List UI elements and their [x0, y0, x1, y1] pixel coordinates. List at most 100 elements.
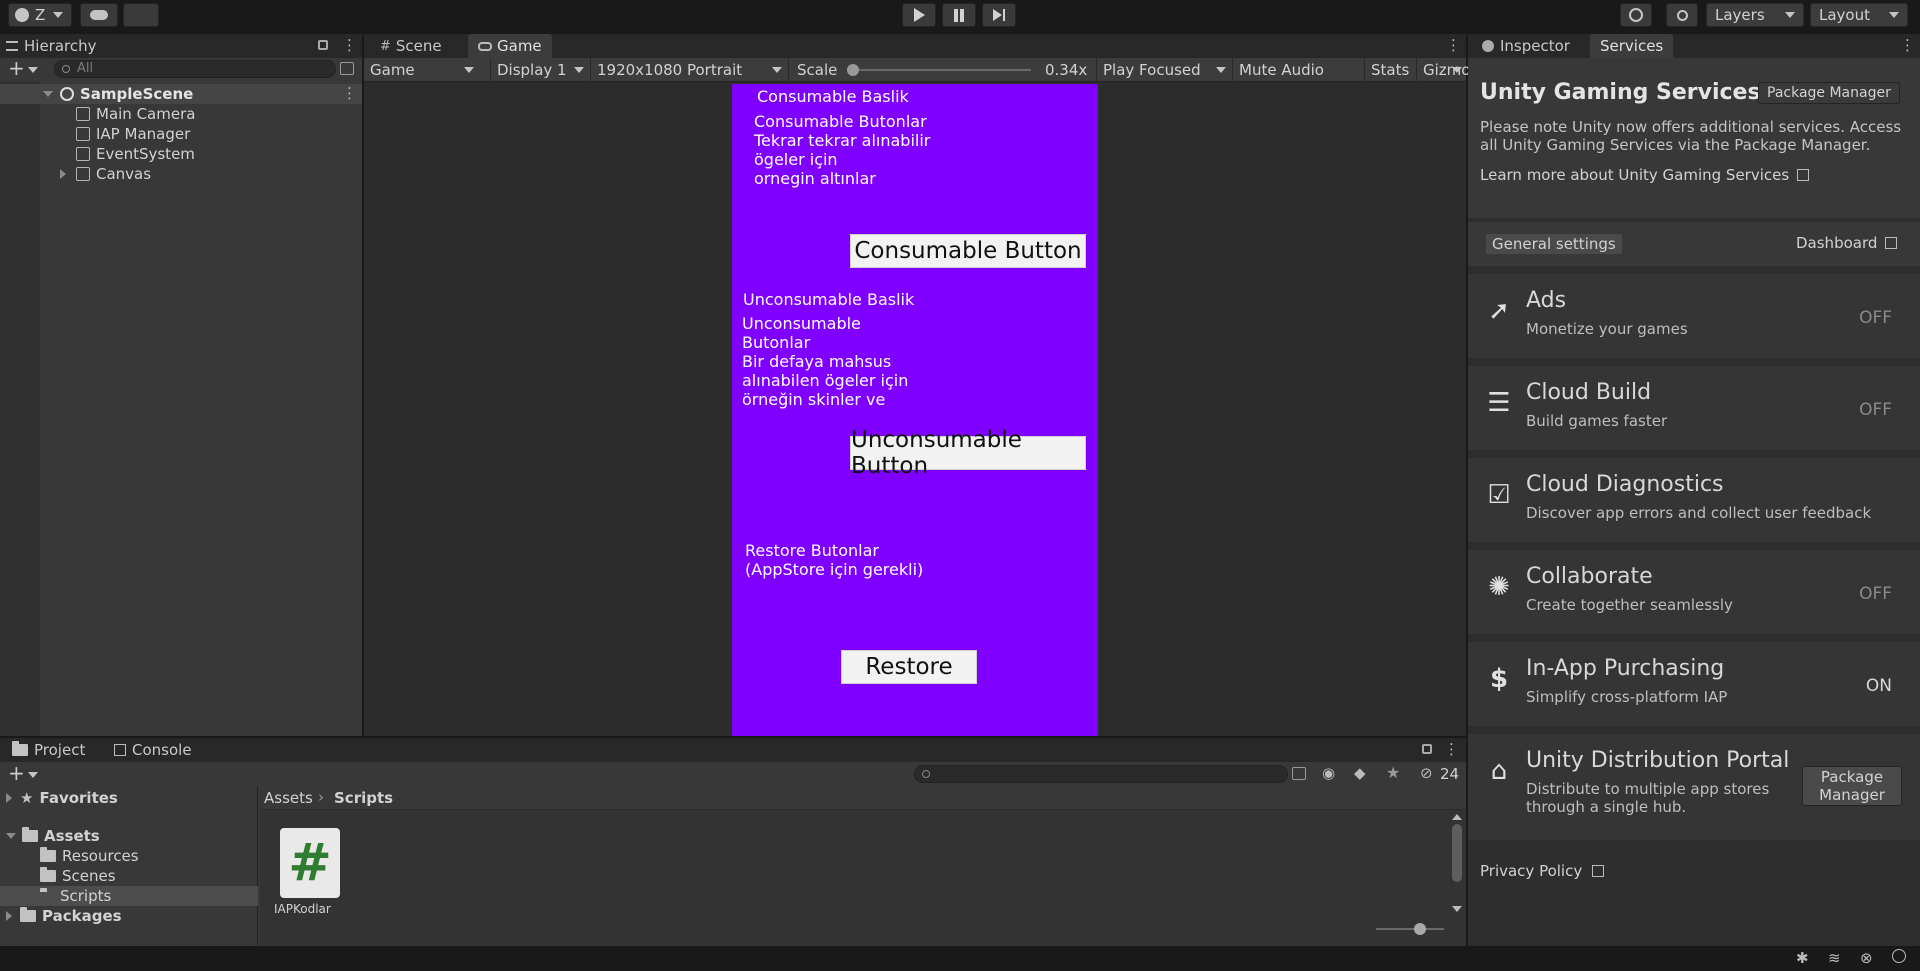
tree-folder-selected[interactable]: Scripts — [0, 886, 258, 906]
hierarchy-item-label: IAP Manager — [96, 125, 191, 143]
stats-button[interactable]: Stats — [1364, 58, 1415, 82]
hierarchy-item[interactable]: Main Camera — [76, 104, 195, 124]
layers-dropdown[interactable]: Layers — [1706, 3, 1804, 27]
service-card-collaborate[interactable]: ✺ Collaborate Create together seamlessly… — [1468, 550, 1920, 634]
game-mode-dropdown[interactable]: Game — [370, 58, 480, 82]
play-button[interactable] — [902, 3, 936, 27]
vertical-scrollbar[interactable] — [1450, 814, 1464, 914]
scroll-up-icon[interactable] — [1452, 814, 1462, 820]
add-icon[interactable]: + — [8, 56, 25, 80]
breadcrumb-current[interactable]: Scripts — [334, 789, 393, 807]
scene-row[interactable]: SampleScene ⋮ — [0, 84, 362, 104]
breadcrumb-root[interactable]: Assets — [264, 789, 313, 807]
search-button[interactable] — [1666, 3, 1698, 27]
scrollbar-thumb[interactable] — [1452, 824, 1462, 882]
check-icon[interactable] — [1892, 949, 1906, 963]
search-filter-icon[interactable] — [1292, 767, 1306, 780]
project-search-input[interactable] — [914, 765, 1288, 783]
history-button[interactable] — [1620, 3, 1652, 27]
tree-assets[interactable]: Assets — [6, 826, 100, 846]
expand-arrow-icon[interactable] — [6, 911, 12, 921]
folder-icon — [40, 847, 56, 862]
display-dropdown[interactable]: Display 1 — [490, 58, 590, 82]
scale-slider-handle[interactable] — [846, 64, 859, 76]
hidden-packages-icon[interactable]: ⊘ — [1420, 764, 1433, 782]
tab-services[interactable]: Services — [1590, 34, 1674, 58]
hierarchy-item[interactable]: EventSystem — [76, 144, 195, 164]
play-focused-dropdown[interactable]: Play Focused — [1096, 58, 1232, 82]
service-card-in-app-purchasing[interactable]: $ In-App Purchasing Simplify cross-platf… — [1468, 642, 1920, 726]
expand-arrow-icon[interactable] — [6, 793, 12, 803]
more-options-icon[interactable]: ⋮ — [342, 36, 357, 54]
expand-arrow-icon[interactable] — [43, 91, 53, 97]
tab-console[interactable]: Console — [104, 738, 202, 762]
hierarchy-item[interactable]: Canvas — [60, 164, 151, 184]
lock-icon[interactable] — [318, 40, 328, 50]
icon-size-slider[interactable] — [1376, 923, 1444, 935]
package-manager-button[interactable]: Package Manager — [1758, 82, 1900, 104]
tree-favorites[interactable]: ★ Favorites — [6, 788, 118, 808]
learn-more-link[interactable]: Learn more about Unity Gaming Services — [1480, 166, 1810, 184]
chevron-down-icon[interactable] — [28, 772, 38, 778]
resolution-dropdown[interactable]: 1920x1080 Portrait — [590, 58, 788, 82]
consumable-button[interactable]: Consumable Button — [850, 234, 1086, 268]
expand-arrow-icon[interactable] — [60, 169, 66, 179]
star-icon[interactable]: ★ — [1386, 763, 1400, 782]
label-icon[interactable]: ◆ — [1354, 764, 1366, 782]
service-card-ads[interactable]: ➚ Ads Monetize your games OFF — [1468, 274, 1920, 358]
cloud-button[interactable] — [80, 3, 118, 27]
lock-icon[interactable] — [1422, 744, 1432, 754]
step-button[interactable] — [982, 3, 1016, 27]
add-icon[interactable]: + — [8, 761, 25, 785]
tree-folder[interactable]: Resources — [40, 846, 139, 866]
dashboard-link[interactable]: Dashboard — [1796, 234, 1898, 252]
tab-inspector[interactable]: Inspector — [1472, 34, 1580, 58]
service-card-cloud-diagnostics[interactable]: ☑ Cloud Diagnostics Discover app errors … — [1468, 458, 1920, 542]
scroll-down-icon[interactable] — [1452, 906, 1462, 912]
restore-button[interactable]: Restore — [841, 650, 977, 684]
hierarchy-gutter — [0, 82, 40, 736]
layout-dropdown[interactable]: Layout — [1810, 3, 1908, 27]
external-link-icon — [1885, 237, 1898, 249]
filter-type-icon[interactable]: ◉ — [1322, 764, 1335, 782]
service-card-cloud-build[interactable]: ☰ Cloud Build Build games faster OFF — [1468, 366, 1920, 450]
more-options-icon[interactable]: ⋮ — [342, 84, 357, 102]
inspector-tab-bar: Inspector Services ⋮ — [1468, 34, 1920, 58]
scale-slider[interactable] — [846, 64, 1031, 76]
tab-game[interactable]: Game — [468, 34, 552, 58]
tab-project[interactable]: Project — [2, 738, 95, 762]
collab-button[interactable] — [123, 3, 159, 27]
cache-server-icon[interactable]: ≋ — [1828, 949, 1841, 967]
tree-folder[interactable]: Scenes — [40, 866, 116, 886]
more-options-icon[interactable]: ⋮ — [1446, 36, 1461, 54]
pause-button[interactable] — [942, 3, 976, 27]
account-dropdown[interactable]: Z — [8, 3, 72, 27]
tab-scene[interactable]: # Scene — [370, 34, 452, 58]
play-focused-label: Play Focused — [1103, 61, 1201, 79]
expand-arrow-icon[interactable] — [6, 833, 16, 839]
service-card-udp[interactable]: ⌂ Unity Distribution Portal Distribute t… — [1468, 734, 1920, 840]
unconsumable-button[interactable]: Unconsumable Button — [850, 427, 1086, 479]
tree-packages[interactable]: Packages — [6, 906, 122, 926]
tab-hierarchy[interactable]: Hierarchy — [0, 34, 107, 58]
search-filter-icon[interactable] — [340, 62, 354, 75]
general-settings-button[interactable]: General settings — [1486, 234, 1622, 254]
more-options-icon[interactable]: ⋮ — [1444, 740, 1459, 758]
mute-audio-button[interactable]: Mute Audio — [1232, 58, 1330, 82]
auto-generate-lighting-icon[interactable]: ⊗ — [1860, 949, 1873, 967]
script-file[interactable]: # IAPKodlar — [274, 828, 344, 916]
chevron-down-icon[interactable] — [1452, 67, 1462, 73]
hierarchy-search-input[interactable]: All — [54, 60, 336, 78]
chevron-down-icon[interactable] — [28, 67, 38, 73]
debug-icon[interactable]: ✱ — [1796, 949, 1809, 967]
step-icon — [993, 9, 1005, 21]
icon-size-slider-handle[interactable] — [1414, 923, 1426, 935]
more-options-icon[interactable]: ⋮ — [1900, 36, 1915, 54]
privacy-policy-link[interactable]: Privacy Policy — [1480, 862, 1605, 880]
udp-package-manager-button[interactable]: Package Manager — [1802, 766, 1902, 806]
status-bar: ✱ ≋ ⊗ — [0, 946, 1920, 971]
hierarchy-toolbar: + All — [0, 56, 362, 80]
ads-icon: ➚ — [1488, 296, 1510, 326]
info-icon — [1482, 40, 1494, 52]
hierarchy-item[interactable]: IAP Manager — [76, 124, 190, 144]
